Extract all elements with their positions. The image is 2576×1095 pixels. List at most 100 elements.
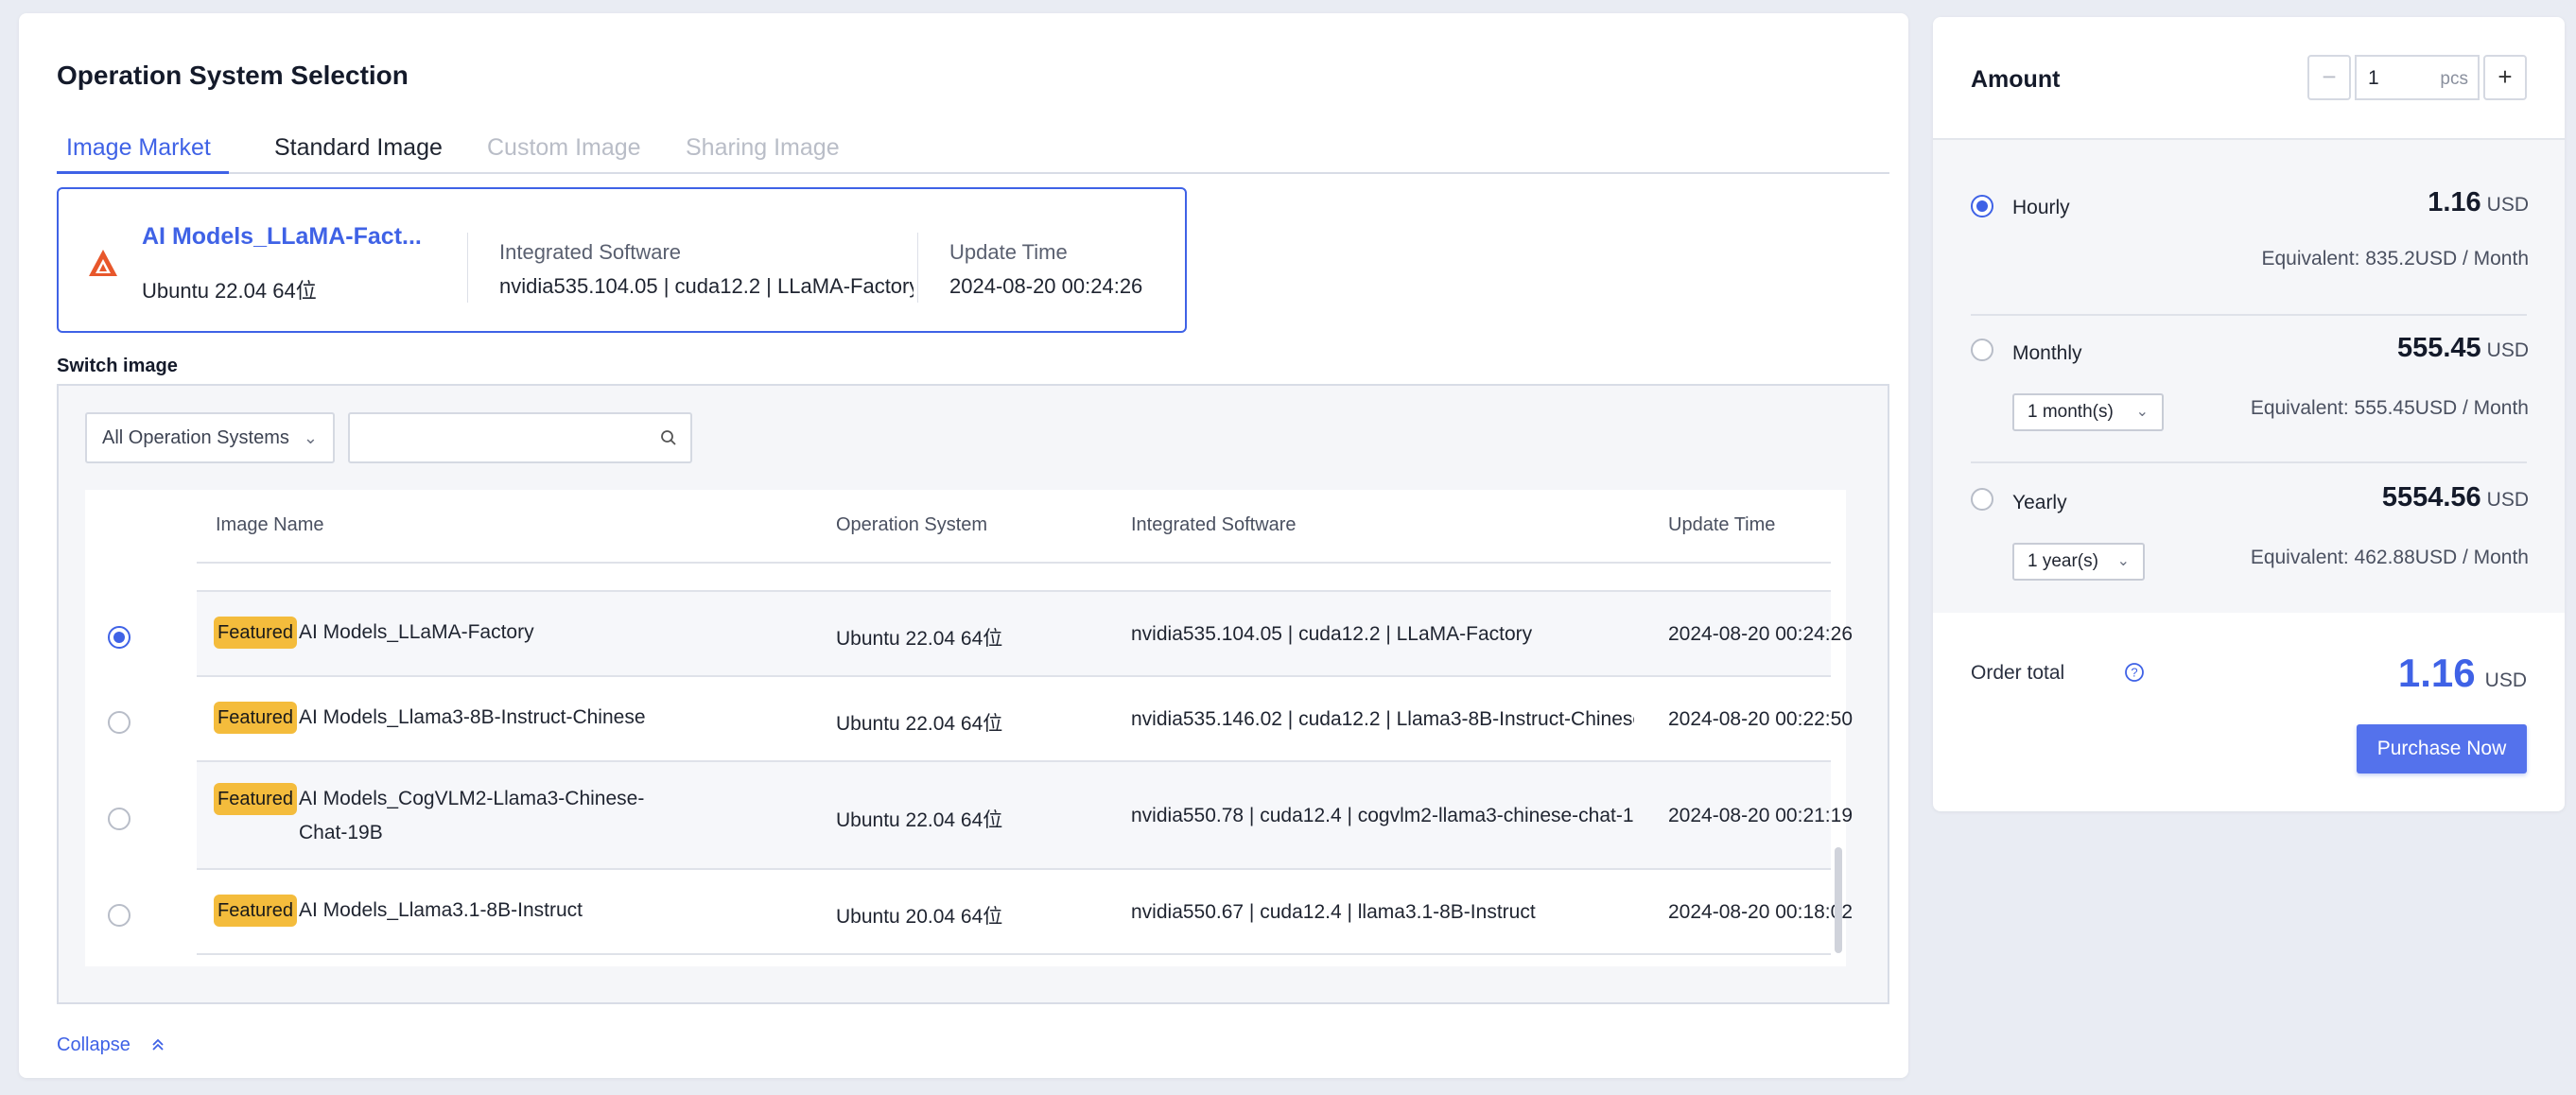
software-value: nvidia535.104.05 | cuda12.2 | LLaMA-Fact…: [499, 274, 914, 298]
featured-badge: Featured: [214, 895, 298, 927]
plan-equivalent: Equivalent: 835.2USD / Month: [2261, 248, 2530, 269]
selected-image-name: AI Models_LLaMA-Fact...: [142, 223, 422, 250]
image-os: Ubuntu 22.04 64位: [836, 713, 1003, 735]
image-list-box: All Operation Systems ⌄ Image Name Opera…: [57, 384, 1889, 1004]
plan-name: Yearly: [2012, 492, 2067, 513]
purchase-now-button[interactable]: Purchase Now: [2357, 724, 2527, 773]
plan-radio[interactable]: [1971, 339, 1993, 361]
year-period-select[interactable]: 1 year(s) ⌄: [2012, 543, 2145, 581]
amount-label: Amount: [1971, 66, 2061, 93]
plan-radio-selected[interactable]: [1971, 195, 1993, 217]
plan-price: 555.45 USD: [2397, 333, 2529, 364]
order-panel: Amount − 1 pcs + Hourly 1.16 USD Equivale…: [1933, 17, 2565, 811]
featured-badge: Featured: [214, 702, 298, 734]
billing-plans: Hourly 1.16 USD Equivalent: 835.2USD / Mo…: [1933, 140, 2565, 613]
plan-currency: USD: [2486, 489, 2529, 511]
os-selection-panel: Operation System Selection Image Market …: [19, 13, 1908, 1078]
period-value: 1 year(s): [2028, 551, 2098, 571]
plan-equivalent: Equivalent: 555.45USD / Month: [2250, 397, 2529, 419]
column-header-software: Integrated Software: [1131, 514, 1297, 535]
plan-name: Monthly: [2012, 342, 2082, 364]
collapse-link[interactable]: Collapse: [57, 1034, 165, 1056]
plan-hourly[interactable]: Hourly 1.16 USD Equivalent: 835.2USD / Mo…: [1971, 187, 2530, 297]
tab-custom-image: Custom Image: [487, 134, 641, 161]
plan-price-value: 1.16: [2428, 187, 2481, 217]
plan-currency: USD: [2486, 194, 2529, 216]
image-software: nvidia535.146.02 | cuda12.2 | Llama3-8B-…: [1131, 708, 1634, 730]
table-scrollbar[interactable]: [1835, 847, 1842, 953]
switch-image-label: Switch image: [57, 356, 178, 376]
image-software: nvidia550.78 | cuda12.4 | cogvlm2-llama3…: [1131, 805, 1634, 826]
plan-monthly[interactable]: Monthly 555.45 USD 1 month(s) ⌄ Equivalen…: [1971, 333, 2529, 443]
image-update-time: 2024-08-20 00:22:50: [1668, 708, 1853, 730]
divider: [917, 233, 918, 303]
image-name: AI Models_Llama3.1-8B-Instruct: [299, 899, 583, 921]
plan-yearly[interactable]: Yearly 5554.56 USD 1 year(s) ⌄ Equivalent…: [1971, 482, 2529, 592]
amount-header: Amount − 1 pcs +: [1933, 17, 2565, 140]
column-header-update-time: Update Time: [1668, 514, 1776, 535]
os-filter-select[interactable]: All Operation Systems ⌄: [85, 412, 335, 463]
plan-currency: USD: [2486, 339, 2529, 361]
divider: [1971, 314, 2527, 316]
search-icon[interactable]: [660, 429, 677, 446]
table-row[interactable]: Featured AI Models_LLaMA-Factory Ubuntu …: [197, 590, 1853, 675]
os-filter-value: All Operation Systems: [102, 427, 289, 448]
help-icon[interactable]: ?: [2124, 662, 2145, 683]
image-os: Ubuntu 20.04 64位: [836, 906, 1003, 928]
image-software: nvidia535.104.05 | cuda12.2 | LLaMA-Fact…: [1131, 623, 1533, 645]
order-total-label: Order total: [1971, 662, 2065, 684]
selected-image-os: Ubuntu 22.04 64位: [142, 279, 317, 303]
quantity-value: 1: [2368, 67, 2379, 89]
tab-image-market[interactable]: Image Market: [66, 134, 211, 162]
divider: [467, 233, 468, 303]
active-tab-indicator: [57, 171, 229, 174]
order-total: 1.16 USD: [2398, 651, 2527, 696]
month-period-select[interactable]: 1 month(s) ⌄: [2012, 393, 2164, 431]
selected-image-card: AI Models_LLaMA-Fact... Ubuntu 22.04 64位…: [57, 187, 1187, 333]
order-total-currency: USD: [2484, 669, 2527, 691]
plan-radio[interactable]: [1971, 488, 1993, 511]
row-radio-selected[interactable]: [108, 626, 131, 649]
row-radio[interactable]: [108, 904, 131, 927]
update-time-label: Update Time: [949, 240, 1068, 264]
plan-price: 1.16 USD: [2428, 187, 2529, 218]
tab-sharing-image: Sharing Image: [686, 134, 840, 161]
svg-text:?: ?: [2131, 666, 2137, 680]
table-header: Image Name Operation System Integrated S…: [197, 490, 1831, 564]
image-name: AI Models_Llama3-8B-Instruct-Chinese: [299, 706, 646, 728]
row-radio[interactable]: [108, 711, 131, 734]
table-row[interactable]: Featured AI Models_Llama3.1-8B-Instruct …: [197, 868, 1853, 955]
section-title: Operation System Selection: [57, 61, 409, 90]
image-search-box[interactable]: [348, 412, 692, 463]
table-row[interactable]: Featured AI Models_CogVLM2-Llama3-Chines…: [197, 760, 1853, 868]
quantity-stepper: − 1 pcs +: [2307, 55, 2527, 100]
plan-equivalent: Equivalent: 462.88USD / Month: [2250, 547, 2529, 568]
tab-standard-image[interactable]: Standard Image: [274, 134, 443, 162]
image-table: Image Name Operation System Integrated S…: [85, 490, 1853, 966]
image-os: Ubuntu 22.04 64位: [836, 809, 1003, 831]
featured-badge: Featured: [214, 617, 298, 649]
image-name: AI Models_CogVLM2-Llama3-Chinese-Chat-19…: [299, 788, 645, 843]
divider: [1971, 461, 2527, 463]
quantity-field[interactable]: 1 pcs: [2355, 55, 2480, 100]
period-value: 1 month(s): [2028, 402, 2114, 422]
image-search-input[interactable]: [350, 414, 634, 460]
image-tabs: Image Market Standard Image Custom Image…: [57, 119, 1889, 174]
image-os: Ubuntu 22.04 64位: [836, 628, 1003, 650]
chevron-down-icon: ⌄: [2116, 553, 2130, 569]
plan-price-value: 5554.56: [2381, 482, 2481, 513]
table-row[interactable]: Featured AI Models_Llama3-8B-Instruct-Ch…: [197, 675, 1853, 760]
chevron-down-icon: ⌄: [303, 428, 318, 447]
decrease-quantity-button[interactable]: −: [2307, 55, 2351, 100]
image-update-time: 2024-08-20 00:18:02: [1668, 901, 1853, 923]
plan-price-value: 555.45: [2396, 333, 2481, 363]
order-total-value: 1.16: [2397, 651, 2476, 695]
llama-factory-logo-icon: [89, 250, 117, 276]
featured-badge: Featured: [214, 783, 298, 815]
software-label: Integrated Software: [499, 240, 682, 264]
row-radio[interactable]: [108, 808, 131, 830]
quantity-unit: pcs: [2440, 69, 2468, 89]
image-software: nvidia550.67 | cuda12.4 | llama3.1-8B-In…: [1131, 901, 1536, 923]
increase-quantity-button[interactable]: +: [2483, 55, 2527, 100]
chevron-double-up-icon: [150, 1034, 165, 1055]
